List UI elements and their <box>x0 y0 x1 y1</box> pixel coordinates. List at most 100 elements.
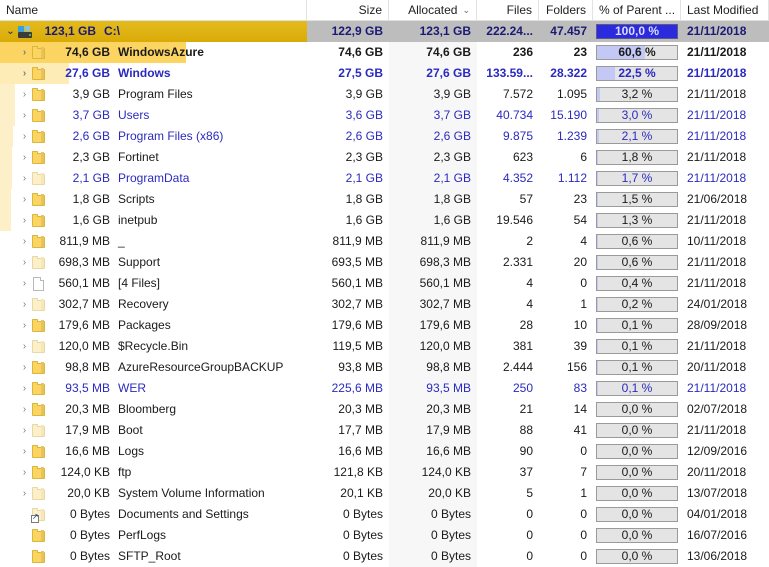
table-row[interactable]: 0 BytesPerfLogs0 Bytes0 Bytes000,0 %16/0… <box>0 525 769 546</box>
cell-size: 560,1 MB <box>307 273 389 294</box>
percent-progress-bar: 0,0 % <box>596 486 678 501</box>
expand-arrow-icon[interactable]: › <box>18 147 31 168</box>
cell-name[interactable]: ›74,6 GBWindowsAzure <box>0 42 307 63</box>
cell-name[interactable]: 0 BytesDocuments and Settings <box>0 504 307 525</box>
file-tree-grid[interactable]: NameSizeAllocated⌄FilesFolders% of Paren… <box>0 0 769 540</box>
table-row[interactable]: ›560,1 MB[4 Files]560,1 MB560,1 MB400,4 … <box>0 273 769 294</box>
cell-name[interactable]: ›98,8 MBAzureResourceGroupBACKUP <box>0 357 307 378</box>
table-row[interactable]: ›20,3 MBBloomberg20,3 MB20,3 MB21140,0 %… <box>0 399 769 420</box>
table-row[interactable]: ›302,7 MBRecovery302,7 MB302,7 MB410,2 %… <box>0 294 769 315</box>
table-row[interactable]: ›1,8 GBScripts1,8 GB1,8 GB57231,5 %21/06… <box>0 189 769 210</box>
cell-name[interactable]: ›93,5 MBWER <box>0 378 307 399</box>
expand-arrow-icon[interactable]: › <box>18 378 31 399</box>
table-row[interactable]: ›74,6 GBWindowsAzure74,6 GB74,6 GB236236… <box>0 42 769 63</box>
table-row[interactable]: ›2,6 GBProgram Files (x86)2,6 GB2,6 GB9.… <box>0 126 769 147</box>
cell-name[interactable]: ›20,3 MBBloomberg <box>0 399 307 420</box>
expand-arrow-icon[interactable]: › <box>18 441 31 462</box>
expand-arrow-icon[interactable]: › <box>18 252 31 273</box>
table-row[interactable]: ›20,0 KBSystem Volume Information20,1 KB… <box>0 483 769 504</box>
cell-percent-of-parent: 0,0 % <box>593 546 681 567</box>
expand-arrow-icon[interactable]: › <box>18 105 31 126</box>
table-row[interactable]: ›3,7 GBUsers3,6 GB3,7 GB40.73415.1903,0 … <box>0 105 769 126</box>
cell-name[interactable]: ›2,6 GBProgram Files (x86) <box>0 126 307 147</box>
cell-name[interactable]: ›560,1 MB[4 Files] <box>0 273 307 294</box>
percent-label: 0,0 % <box>597 529 677 542</box>
cell-last-modified: 20/11/2018 <box>681 357 769 378</box>
table-row[interactable]: ›2,3 GBFortinet2,3 GB2,3 GB62361,8 %21/1… <box>0 147 769 168</box>
cell-percent-of-parent: 1,5 % <box>593 189 681 210</box>
table-row[interactable]: ›179,6 MBPackages179,6 MB179,6 MB28100,1… <box>0 315 769 336</box>
column-header-name[interactable]: Name <box>0 0 307 20</box>
column-header-row[interactable]: NameSizeAllocated⌄FilesFolders% of Paren… <box>0 0 769 21</box>
column-header-allocated[interactable]: Allocated⌄ <box>389 0 477 20</box>
expand-arrow-icon[interactable]: › <box>18 189 31 210</box>
cell-name[interactable]: ›3,7 GBUsers <box>0 105 307 126</box>
cell-folders: 54 <box>539 210 593 231</box>
expand-arrow-icon[interactable]: › <box>18 84 31 105</box>
cell-last-modified: 21/11/2018 <box>681 273 769 294</box>
expand-arrow-icon[interactable]: › <box>18 336 31 357</box>
cell-name[interactable]: ›2,1 GBProgramData <box>0 168 307 189</box>
table-row[interactable]: ›27,6 GBWindows27,5 GB27,6 GB133.59...28… <box>0 63 769 84</box>
cell-name[interactable]: ›16,6 MBLogs <box>0 441 307 462</box>
expand-arrow-icon[interactable]: › <box>18 294 31 315</box>
percent-label: 1,7 % <box>597 172 677 185</box>
table-row[interactable]: ⌄123,1 GBC:\122,9 GB123,1 GB222.24...47.… <box>0 21 769 42</box>
table-row[interactable]: ›17,9 MBBoot17,7 MB17,9 MB88410,0 %21/11… <box>0 420 769 441</box>
cell-folders: 47.457 <box>539 21 593 42</box>
column-header-files[interactable]: Files <box>477 0 539 20</box>
table-row[interactable]: ›1,6 GBinetpub1,6 GB1,6 GB19.546541,3 %2… <box>0 210 769 231</box>
file-rows-container[interactable]: ⌄123,1 GBC:\122,9 GB123,1 GB222.24...47.… <box>0 21 769 567</box>
table-row[interactable]: ›811,9 MB_811,9 MB811,9 MB240,6 %10/11/2… <box>0 231 769 252</box>
cell-name[interactable]: ›20,0 KBSystem Volume Information <box>0 483 307 504</box>
expand-arrow-icon[interactable]: › <box>18 357 31 378</box>
expand-arrow-icon[interactable]: › <box>18 399 31 420</box>
expand-arrow-icon[interactable]: › <box>18 42 31 63</box>
cell-name[interactable]: ›698,3 MBSupport <box>0 252 307 273</box>
expand-arrow-icon[interactable]: › <box>18 231 31 252</box>
cell-last-modified: 13/07/2018 <box>681 483 769 504</box>
cell-size: 121,8 KB <box>307 462 389 483</box>
column-header-pct[interactable]: % of Parent ... <box>593 0 681 20</box>
expand-arrow-icon[interactable]: › <box>18 315 31 336</box>
expand-arrow-icon[interactable]: › <box>18 210 31 231</box>
table-row[interactable]: 0 BytesDocuments and Settings0 Bytes0 By… <box>0 504 769 525</box>
column-header-size[interactable]: Size <box>307 0 389 20</box>
table-row[interactable]: ›3,9 GBProgram Files3,9 GB3,9 GB7.5721.0… <box>0 84 769 105</box>
cell-name[interactable]: ›1,8 GBScripts <box>0 189 307 210</box>
table-row[interactable]: ›698,3 MBSupport693,5 MB698,3 MB2.331200… <box>0 252 769 273</box>
cell-name[interactable]: ›811,9 MB_ <box>0 231 307 252</box>
cell-name[interactable]: ›2,3 GBFortinet <box>0 147 307 168</box>
expand-arrow-icon[interactable]: › <box>18 273 31 294</box>
expand-arrow-icon[interactable]: › <box>18 168 31 189</box>
cell-name[interactable]: 0 BytesSFTP_Root <box>0 546 307 567</box>
cell-name[interactable]: ›1,6 GBinetpub <box>0 210 307 231</box>
table-row[interactable]: ›93,5 MBWER225,6 MB93,5 MB250830,1 %21/1… <box>0 378 769 399</box>
collapse-arrow-icon[interactable]: ⌄ <box>4 21 17 42</box>
cell-name[interactable]: ⌄123,1 GBC:\ <box>0 21 307 42</box>
table-row[interactable]: ›98,8 MBAzureResourceGroupBACKUP93,8 MB9… <box>0 357 769 378</box>
expand-arrow-icon[interactable]: › <box>18 126 31 147</box>
column-header-modified[interactable]: Last Modified <box>681 0 769 20</box>
cell-folders: 0 <box>539 273 593 294</box>
cell-name[interactable]: ›302,7 MBRecovery <box>0 294 307 315</box>
expand-arrow-icon[interactable]: › <box>18 420 31 441</box>
column-header-folders[interactable]: Folders <box>539 0 593 20</box>
cell-last-modified: 21/11/2018 <box>681 378 769 399</box>
cell-name[interactable]: ›120,0 MB$Recycle.Bin <box>0 336 307 357</box>
table-row[interactable]: ›120,0 MB$Recycle.Bin119,5 MB120,0 MB381… <box>0 336 769 357</box>
table-row[interactable]: ›2,1 GBProgramData2,1 GB2,1 GB4.3521.112… <box>0 168 769 189</box>
table-row[interactable]: ›124,0 KBftp121,8 KB124,0 KB3770,0 %20/1… <box>0 462 769 483</box>
cell-name[interactable]: 0 BytesPerfLogs <box>0 525 307 546</box>
cell-name[interactable]: ›17,9 MBBoot <box>0 420 307 441</box>
expand-arrow-icon[interactable]: › <box>18 63 31 84</box>
percent-progress-bar: 1,5 % <box>596 192 678 207</box>
expand-arrow-icon[interactable]: › <box>18 462 31 483</box>
cell-name[interactable]: ›124,0 KBftp <box>0 462 307 483</box>
table-row[interactable]: ›16,6 MBLogs16,6 MB16,6 MB9000,0 %12/09/… <box>0 441 769 462</box>
expand-arrow-icon[interactable]: › <box>18 483 31 504</box>
cell-name[interactable]: ›3,9 GBProgram Files <box>0 84 307 105</box>
cell-name[interactable]: ›179,6 MBPackages <box>0 315 307 336</box>
cell-name[interactable]: ›27,6 GBWindows <box>0 63 307 84</box>
table-row[interactable]: 0 BytesSFTP_Root0 Bytes0 Bytes000,0 %13/… <box>0 546 769 567</box>
